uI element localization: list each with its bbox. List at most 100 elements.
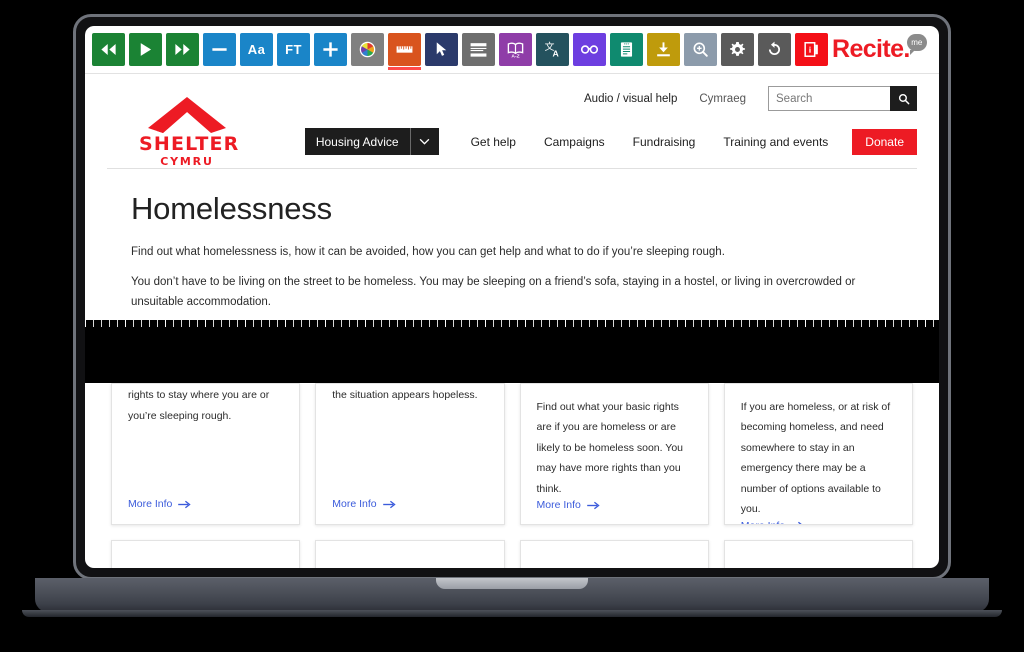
text-only-icon: TXT [620, 42, 633, 57]
settings-button[interactable] [721, 33, 754, 66]
svg-text:A-Z: A-Z [511, 54, 519, 59]
svg-text:TXT: TXT [624, 42, 630, 46]
logo-shelter-text: SHELTER [139, 133, 240, 155]
card-more-info-label: More Info [128, 498, 173, 510]
info-icon: i [804, 42, 818, 57]
recite-toolbar-buttons: Aa FT A-Z 文 A TXT i [92, 33, 832, 70]
glasses-icon [580, 45, 599, 54]
nav-item-campaigns[interactable]: Campaigns [530, 135, 619, 149]
site-header: Audio / visual help Cymraeg Search SHELT… [85, 74, 939, 170]
increase-text-button[interactable] [314, 33, 347, 66]
arrow-right-icon [587, 501, 600, 510]
download-audio-button[interactable] [647, 33, 680, 66]
page-content: Homelessness Find out what homelessness … [85, 169, 939, 320]
shelter-roof-icon [148, 97, 226, 133]
reset-button[interactable] [758, 33, 791, 66]
recite-wordmark: Recite. [832, 35, 910, 63]
nav-items: Get help Campaigns Fundraising Training and… [457, 135, 843, 149]
translate-icon: 文A [545, 40, 560, 59]
font-type-button[interactable]: FT [277, 33, 310, 66]
screen-mask-button[interactable] [462, 33, 495, 66]
color-wheel-icon [359, 41, 376, 58]
card-more-info-link[interactable]: More Info [128, 498, 283, 510]
card-more-info-label: More Info [332, 498, 377, 510]
cursor-icon [436, 42, 447, 56]
card-description: unsuitable housing, don’t have rights to… [128, 389, 270, 422]
nav-item-fundraising[interactable]: Fundraising [619, 135, 710, 149]
font-style-button[interactable]: Aa [240, 33, 273, 66]
card-placeholder[interactable] [723, 540, 913, 568]
font-type-icon: FT [285, 42, 302, 57]
translate-button[interactable]: 文A [536, 33, 569, 66]
card-placeholder[interactable] [111, 540, 301, 568]
magnifier-button[interactable] [684, 33, 717, 66]
rewind-icon [101, 43, 116, 56]
reset-icon [768, 41, 781, 56]
gear-icon [729, 42, 746, 56]
laptop-screen: AaFTA-Z文ATXTi Recite. me × Audio / visua… [85, 26, 939, 568]
svg-text:i: i [809, 45, 812, 55]
card-placeholder[interactable] [315, 540, 505, 568]
intro-paragraph: Find out what homelessness is, how it ca… [131, 246, 725, 259]
info-button[interactable]: i [795, 33, 828, 66]
advice-cards-row-secondary [111, 540, 913, 568]
decrease-text-button[interactable] [203, 33, 236, 66]
ruler-icon [396, 46, 413, 53]
recite-me-logo: Recite. me [832, 34, 937, 63]
page-title: Homelessness [131, 191, 332, 227]
nav-item-training-and-events[interactable]: Training and events [709, 135, 842, 149]
advice-card[interactable]: If you are homeless, or at risk of becom… [723, 383, 913, 525]
advice-cards-section: unsuitable housing, don’t have rights to… [85, 383, 939, 568]
forward-icon [175, 43, 190, 56]
donate-button[interactable]: Donate [852, 128, 917, 155]
recite-me-toolbar: AaFTA-Z文ATXTi Recite. me × [85, 26, 939, 73]
laptop-notch [436, 578, 588, 589]
chevron-down-icon [411, 128, 439, 155]
housing-advice-label: Housing Advice [315, 134, 399, 149]
laptop-frame: AaFTA-Z文ATXTi Recite. me × Audio / visua… [73, 14, 951, 580]
housing-advice-dropdown[interactable]: Housing Advice [304, 128, 439, 156]
advice-card[interactable]: unsuitable housing, don’t have rights to… [111, 383, 301, 525]
zoom-in-icon [693, 42, 708, 57]
card-more-info-link[interactable]: More Info [537, 499, 692, 511]
minus-icon [212, 48, 227, 51]
ruler-button[interactable] [388, 33, 421, 70]
card-more-info-label: More Info [741, 520, 785, 524]
text-only-button[interactable]: TXT [610, 33, 643, 66]
advice-cards-row: unsuitable housing, don’t have rights to… [111, 383, 913, 525]
svg-text:A: A [553, 49, 560, 59]
card-description: Find out what your basic rights are if y… [536, 401, 684, 495]
rewind-button[interactable] [92, 33, 125, 66]
shelter-cymru-logo[interactable]: SHELTER CYMRU [139, 95, 240, 168]
download-icon [657, 42, 670, 57]
card-more-info-label: More Info [536, 499, 581, 512]
arrow-right-icon [798, 522, 802, 524]
forward-button[interactable] [166, 33, 199, 66]
font-style-icon: Aa [247, 42, 266, 57]
plus-icon [323, 42, 338, 57]
dictionary-button[interactable]: A-Z [499, 33, 532, 66]
card-more-info-link[interactable]: More Info [741, 520, 896, 524]
laptop-foot [22, 610, 1002, 617]
ruler-shade [85, 327, 939, 333]
main-navigation: Housing Advice Get help Campaigns Fundrais… [304, 128, 917, 168]
arrow-right-icon [178, 500, 191, 508]
play-icon [140, 43, 152, 56]
nav-item-get-help[interactable]: Get help [457, 135, 530, 149]
play-button[interactable] [129, 33, 162, 66]
website-viewport: Audio / visual help Cymraeg Search SHELT… [85, 73, 939, 320]
brand-and-nav: SHELTER CYMRU Housing Advice Get help Ca… [107, 95, 917, 168]
card-placeholder[interactable] [519, 540, 709, 568]
card-description: If you are homeless, or at risk of becom… [740, 401, 891, 516]
cursor-button[interactable] [425, 33, 458, 66]
card-description: becoming homeless, even when the situati… [332, 389, 478, 402]
logo-cymru-text: CYMRU [160, 154, 214, 168]
screen-mask-icon [470, 43, 487, 57]
reading-ruler[interactable] [85, 320, 939, 333]
advice-card[interactable]: Find out what your basic rights are if y… [519, 383, 709, 525]
card-more-info-link[interactable]: More Info [332, 498, 487, 510]
color-theme-button[interactable] [351, 33, 384, 66]
advice-card[interactable]: becoming homeless, even when the situati… [315, 383, 505, 525]
magnifier-glasses-button[interactable] [573, 33, 606, 66]
description-paragraph: You don’t have to be living on the stree… [131, 276, 856, 308]
